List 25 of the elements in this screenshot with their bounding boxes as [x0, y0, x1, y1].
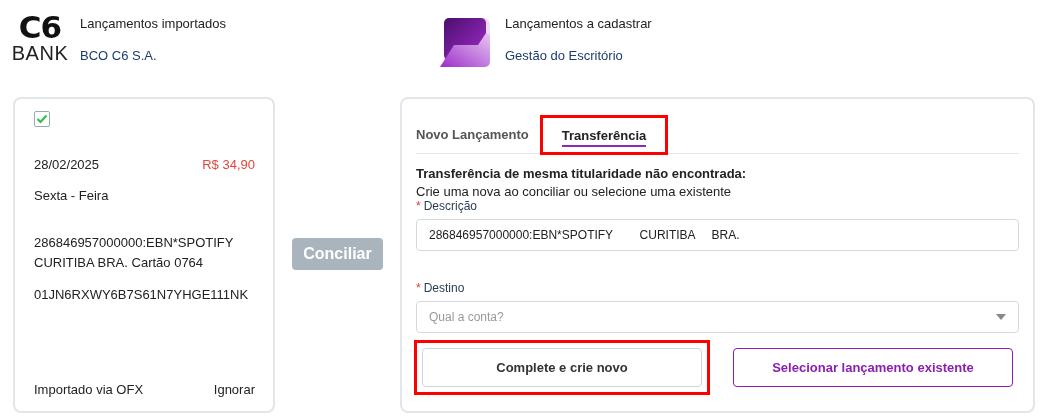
- entry-amount: R$ 34,90: [202, 157, 255, 172]
- field-label: Destino: [423, 281, 465, 295]
- field-label: Descrição: [423, 199, 478, 213]
- entry-description: 286846957000000:EBN*SPOTIFY CURITIBA BRA. Cartão 0764: [34, 234, 235, 272]
- description-input[interactable]: 286846957000000:EBN*SPOTIFY CURITIBA BRA.: [416, 219, 1019, 251]
- tab[interactable]: Transferência: [541, 117, 667, 153]
- bank-logo: C6 BANK: [12, 12, 68, 66]
- dropdown-caret-icon: [996, 314, 1006, 320]
- required-marker: *: [416, 281, 421, 295]
- tab[interactable]: Novo Lançamento: [416, 117, 529, 153]
- target-title: Lançamentos a cadastrar: [505, 16, 652, 31]
- entry-weekday: Sexta - Feira: [34, 188, 110, 203]
- required-marker: *: [416, 199, 421, 213]
- entry-date: 28/02/2025: [34, 157, 100, 172]
- checkbox[interactable]: [34, 111, 50, 127]
- source-title: Lançamentos importados: [80, 16, 226, 31]
- source-name: BCO C6 S.A.: [80, 48, 158, 63]
- select-existing-button[interactable]: Selecionar lançamento existente: [733, 348, 1013, 387]
- message-title: Transferência de mesma titularidade não encontrada:: [416, 166, 748, 181]
- entry-code: 01JN6RXWY6B7S61N7YHGE111NK: [34, 287, 250, 302]
- entry-origin: Importado via OFX: [34, 382, 144, 397]
- ignore-link[interactable]: Ignorar: [213, 382, 255, 397]
- message-text: Crie uma nova ao conciliar ou selecione uma existente: [416, 184, 733, 199]
- create-new-button[interactable]: Complete e crie novo: [422, 348, 702, 387]
- target-name: Gestão do Escritório: [505, 48, 624, 63]
